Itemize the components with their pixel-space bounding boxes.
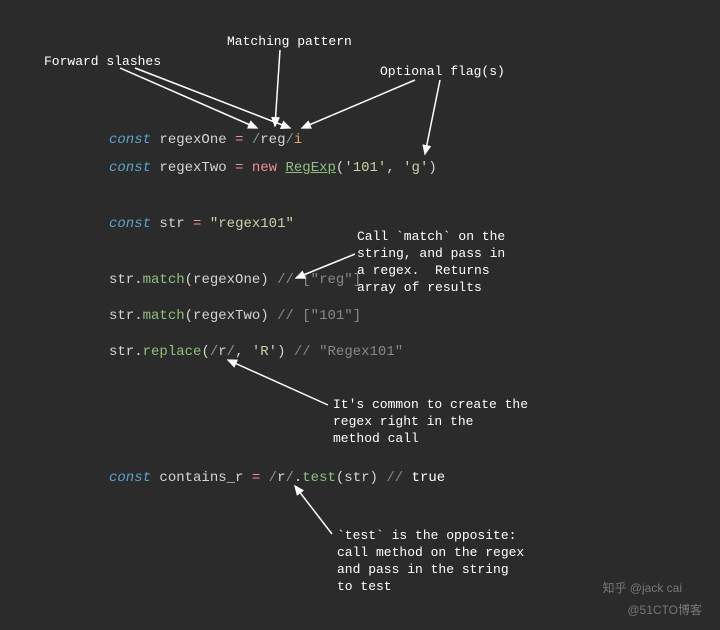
watermark-zhihu: 知乎 @jack cai — [602, 579, 682, 596]
arrow-matching-pattern — [275, 50, 280, 126]
slide-canvas: Forward slashes Matching pattern Optiona… — [0, 0, 720, 630]
watermark-blog: @51CTO博客 — [627, 601, 702, 618]
arrow-flag-i — [302, 80, 415, 128]
arrows-layer — [0, 0, 720, 630]
arrow-match-note — [296, 254, 355, 278]
arrow-forward-slash-right — [135, 68, 290, 128]
arrow-forward-slash-left — [120, 68, 257, 128]
arrow-test-note — [295, 486, 332, 534]
arrow-flag-g — [425, 80, 440, 154]
arrow-inline-note — [228, 360, 328, 405]
